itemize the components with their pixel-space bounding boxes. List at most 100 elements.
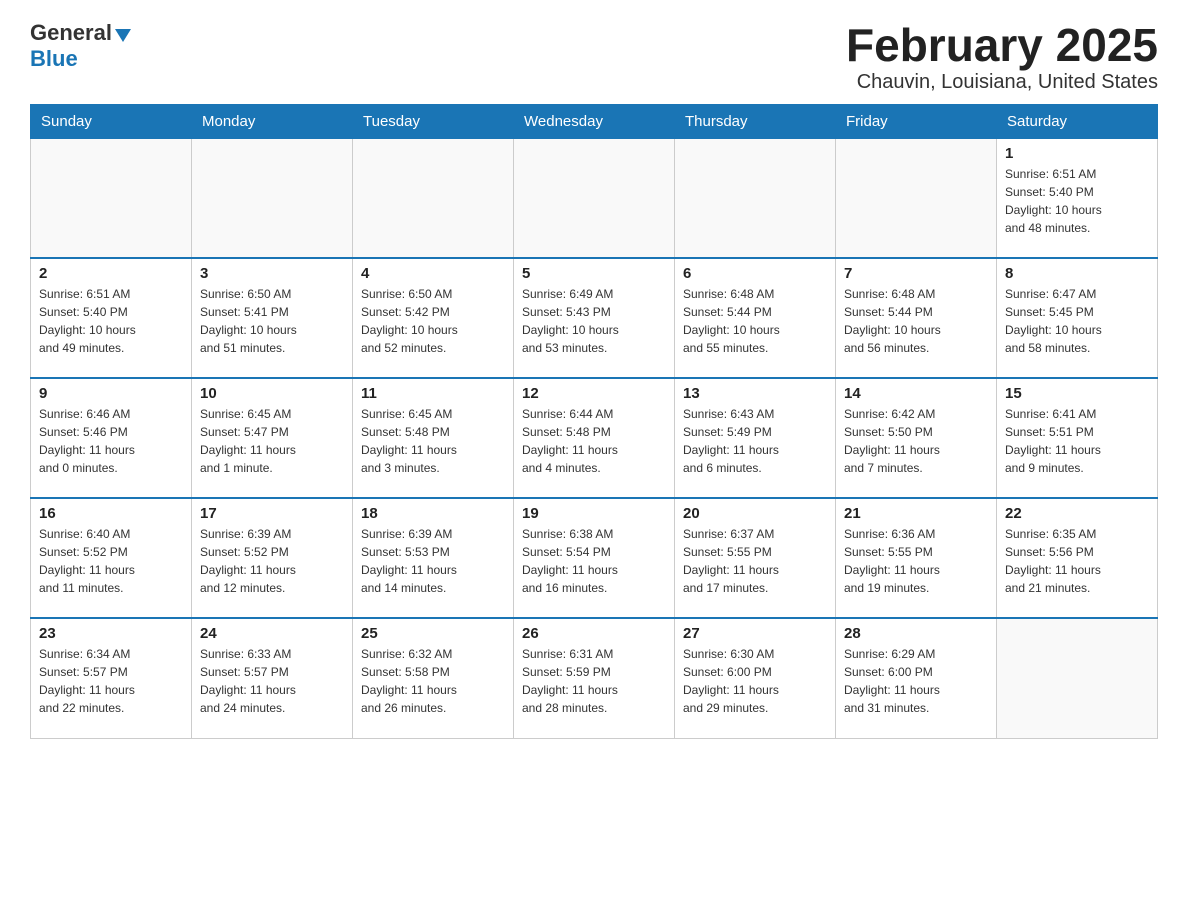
calendar-day-cell [836,138,997,258]
day-info: Sunrise: 6:43 AM Sunset: 5:49 PM Dayligh… [683,405,827,477]
calendar-day-cell: 5Sunrise: 6:49 AM Sunset: 5:43 PM Daylig… [514,258,675,378]
calendar-day-cell: 19 Sunrise: 6:38 AM Sunset: 5:54 PM Dayli… [514,498,675,618]
day-info: Sunrise: 6:48 AM Sunset: 5:44 PM Dayligh… [683,285,827,357]
day-number: 24 [200,625,344,642]
day-info: Sunrise: 6:35 AM Sunset: 5:56 PM Dayligh… [1005,525,1149,597]
calendar-day-cell: 2 Sunrise: 6:51 AM Sunset: 5:40 PM Daylig… [31,258,192,378]
calendar-day-cell: 18 Sunrise: 6:39 AM Sunset: 5:53 PM Dayli… [353,498,514,618]
day-header-saturday: Saturday [997,104,1158,138]
day-info: Sunrise: 6:31 AM Sunset: 5:59 PM Dayligh… [522,645,666,717]
calendar-table: SundayMondayTuesdayWednesdayThursdayFrid… [30,104,1158,739]
day-info: Sunrise: 6:32 AM Sunset: 5:58 PM Dayligh… [361,645,505,717]
day-header-wednesday: Wednesday [514,104,675,138]
day-number: 15 [1005,385,1149,402]
calendar-day-cell: 7 Sunrise: 6:48 AM Sunset: 5:44 PM Daylig… [836,258,997,378]
calendar-day-cell: 15 Sunrise: 6:41 AM Sunset: 5:51 PM Dayli… [997,378,1158,498]
calendar-day-cell: 8 Sunrise: 6:47 AM Sunset: 5:45 PM Daylig… [997,258,1158,378]
day-number: 2 [39,265,183,282]
calendar-week-row: 9 Sunrise: 6:46 AM Sunset: 5:46 PM Daylig… [31,378,1158,498]
calendar-title: February 2025 [846,20,1158,71]
day-info: Sunrise: 6:45 AM Sunset: 5:48 PM Dayligh… [361,405,505,477]
day-header-thursday: Thursday [675,104,836,138]
day-info: Sunrise: 6:39 AM Sunset: 5:52 PM Dayligh… [200,525,344,597]
day-number: 28 [844,625,988,642]
day-number: 7 [844,265,988,282]
day-info: Sunrise: 6:51 AM Sunset: 5:40 PM Dayligh… [39,285,183,357]
day-number: 17 [200,505,344,522]
day-info: Sunrise: 6:42 AM Sunset: 5:50 PM Dayligh… [844,405,988,477]
calendar-day-cell: 14 Sunrise: 6:42 AM Sunset: 5:50 PM Dayli… [836,378,997,498]
day-number: 21 [844,505,988,522]
day-number: 8 [1005,265,1149,282]
day-number: 12 [522,385,666,402]
day-info: Sunrise: 6:29 AM Sunset: 6:00 PM Dayligh… [844,645,988,717]
day-number: 25 [361,625,505,642]
day-info: Sunrise: 6:45 AM Sunset: 5:47 PM Dayligh… [200,405,344,477]
logo-text-blue: Blue [30,46,78,72]
calendar-day-cell [514,138,675,258]
day-info: Sunrise: 6:38 AM Sunset: 5:54 PM Dayligh… [522,525,666,597]
calendar-day-cell: 21 Sunrise: 6:36 AM Sunset: 5:55 PM Dayli… [836,498,997,618]
calendar-day-cell: 24 Sunrise: 6:33 AM Sunset: 5:57 PM Dayli… [192,618,353,738]
day-number: 18 [361,505,505,522]
day-info: Sunrise: 6:34 AM Sunset: 5:57 PM Dayligh… [39,645,183,717]
calendar-day-cell: 16 Sunrise: 6:40 AM Sunset: 5:52 PM Dayli… [31,498,192,618]
calendar-day-cell: 9 Sunrise: 6:46 AM Sunset: 5:46 PM Daylig… [31,378,192,498]
day-number: 9 [39,385,183,402]
day-number: 27 [683,625,827,642]
day-info: Sunrise: 6:33 AM Sunset: 5:57 PM Dayligh… [200,645,344,717]
calendar-day-cell [31,138,192,258]
day-info: Sunrise: 6:46 AM Sunset: 5:46 PM Dayligh… [39,405,183,477]
day-number: 14 [844,385,988,402]
calendar-day-cell: 12Sunrise: 6:44 AM Sunset: 5:48 PM Dayli… [514,378,675,498]
day-number: 10 [200,385,344,402]
day-number: 4 [361,265,505,282]
calendar-day-cell: 3 Sunrise: 6:50 AM Sunset: 5:41 PM Daylig… [192,258,353,378]
calendar-subtitle: Chauvin, Louisiana, United States [846,71,1158,94]
day-header-sunday: Sunday [31,104,192,138]
calendar-day-cell: 11 Sunrise: 6:45 AM Sunset: 5:48 PM Dayli… [353,378,514,498]
calendar-day-cell: 26 Sunrise: 6:31 AM Sunset: 5:59 PM Dayli… [514,618,675,738]
logo: General Blue [30,20,131,72]
logo-text-dark: General [30,20,112,46]
day-info: Sunrise: 6:48 AM Sunset: 5:44 PM Dayligh… [844,285,988,357]
calendar-week-row: 2 Sunrise: 6:51 AM Sunset: 5:40 PM Daylig… [31,258,1158,378]
day-number: 19 [522,505,666,522]
day-number: 26 [522,625,666,642]
day-info: Sunrise: 6:50 AM Sunset: 5:42 PM Dayligh… [361,285,505,357]
day-header-friday: Friday [836,104,997,138]
day-info: Sunrise: 6:47 AM Sunset: 5:45 PM Dayligh… [1005,285,1149,357]
day-number: 16 [39,505,183,522]
title-block: February 2025 Chauvin, Louisiana, United… [846,20,1158,94]
calendar-day-cell: 6 Sunrise: 6:48 AM Sunset: 5:44 PM Daylig… [675,258,836,378]
calendar-week-row: 16 Sunrise: 6:40 AM Sunset: 5:52 PM Dayli… [31,498,1158,618]
day-number: 11 [361,385,505,402]
day-number: 13 [683,385,827,402]
day-info: Sunrise: 6:36 AM Sunset: 5:55 PM Dayligh… [844,525,988,597]
day-header-tuesday: Tuesday [353,104,514,138]
calendar-day-cell: 28 Sunrise: 6:29 AM Sunset: 6:00 PM Dayli… [836,618,997,738]
calendar-header-row: SundayMondayTuesdayWednesdayThursdayFrid… [31,104,1158,138]
calendar-week-row: 1Sunrise: 6:51 AM Sunset: 5:40 PM Daylig… [31,138,1158,258]
calendar-day-cell [353,138,514,258]
logo-triangle-icon [115,29,131,42]
calendar-day-cell [192,138,353,258]
day-info: Sunrise: 6:40 AM Sunset: 5:52 PM Dayligh… [39,525,183,597]
calendar-day-cell: 27Sunrise: 6:30 AM Sunset: 6:00 PM Dayli… [675,618,836,738]
day-info: Sunrise: 6:39 AM Sunset: 5:53 PM Dayligh… [361,525,505,597]
day-number: 3 [200,265,344,282]
page-header: General Blue February 2025 Chauvin, Loui… [30,20,1158,94]
calendar-day-cell: 4 Sunrise: 6:50 AM Sunset: 5:42 PM Daylig… [353,258,514,378]
calendar-day-cell: 22Sunrise: 6:35 AM Sunset: 5:56 PM Dayli… [997,498,1158,618]
day-info: Sunrise: 6:37 AM Sunset: 5:55 PM Dayligh… [683,525,827,597]
day-number: 20 [683,505,827,522]
day-number: 6 [683,265,827,282]
day-number: 23 [39,625,183,642]
day-number: 1 [1005,145,1149,162]
calendar-day-cell: 10 Sunrise: 6:45 AM Sunset: 5:47 PM Dayli… [192,378,353,498]
day-info: Sunrise: 6:41 AM Sunset: 5:51 PM Dayligh… [1005,405,1149,477]
day-info: Sunrise: 6:50 AM Sunset: 5:41 PM Dayligh… [200,285,344,357]
day-header-monday: Monday [192,104,353,138]
calendar-week-row: 23 Sunrise: 6:34 AM Sunset: 5:57 PM Dayli… [31,618,1158,738]
calendar-day-cell [675,138,836,258]
